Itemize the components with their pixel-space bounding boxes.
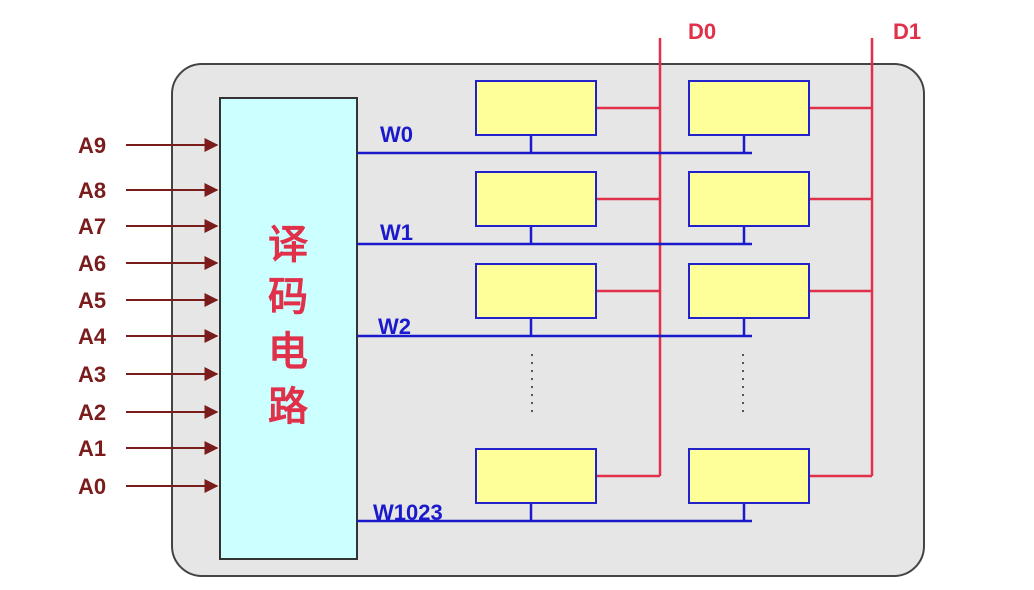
address-label: A0 (78, 474, 106, 499)
word-label: W1 (380, 220, 413, 245)
word-label: W2 (378, 314, 411, 339)
address-label: A2 (78, 400, 106, 425)
memory-cell (688, 171, 810, 227)
memory-cell (475, 171, 597, 227)
address-label: A7 (78, 214, 106, 239)
decoder-char: 电 (268, 329, 308, 375)
address-label: A4 (78, 324, 107, 349)
word-label: W0 (380, 122, 413, 147)
decoder-char: 码 (268, 274, 308, 320)
address-label: A6 (78, 251, 106, 276)
data-label: D0 (688, 19, 716, 44)
address-label: A5 (78, 288, 106, 313)
decoder-char: 译 (268, 222, 309, 268)
address-label: A8 (78, 178, 106, 203)
memory-cell (475, 448, 597, 504)
word-label: W1023 (373, 500, 443, 525)
memory-cell (688, 80, 810, 136)
decoder-char: 路 (268, 384, 309, 430)
address-label: A9 (78, 133, 106, 158)
memory-cell (475, 80, 597, 136)
address-label: A3 (78, 362, 106, 387)
data-label: D1 (893, 19, 921, 44)
address-label: A1 (78, 436, 106, 461)
memory-cell (688, 448, 810, 504)
memory-cell (688, 263, 810, 319)
memory-decoder-diagram: 译码电路 A9 A8 A7 A6 A5 A4 A3 A2 A1 A0 D0 D1 W0 W1 W2 W10… (78, 19, 925, 577)
memory-cell (475, 263, 597, 319)
